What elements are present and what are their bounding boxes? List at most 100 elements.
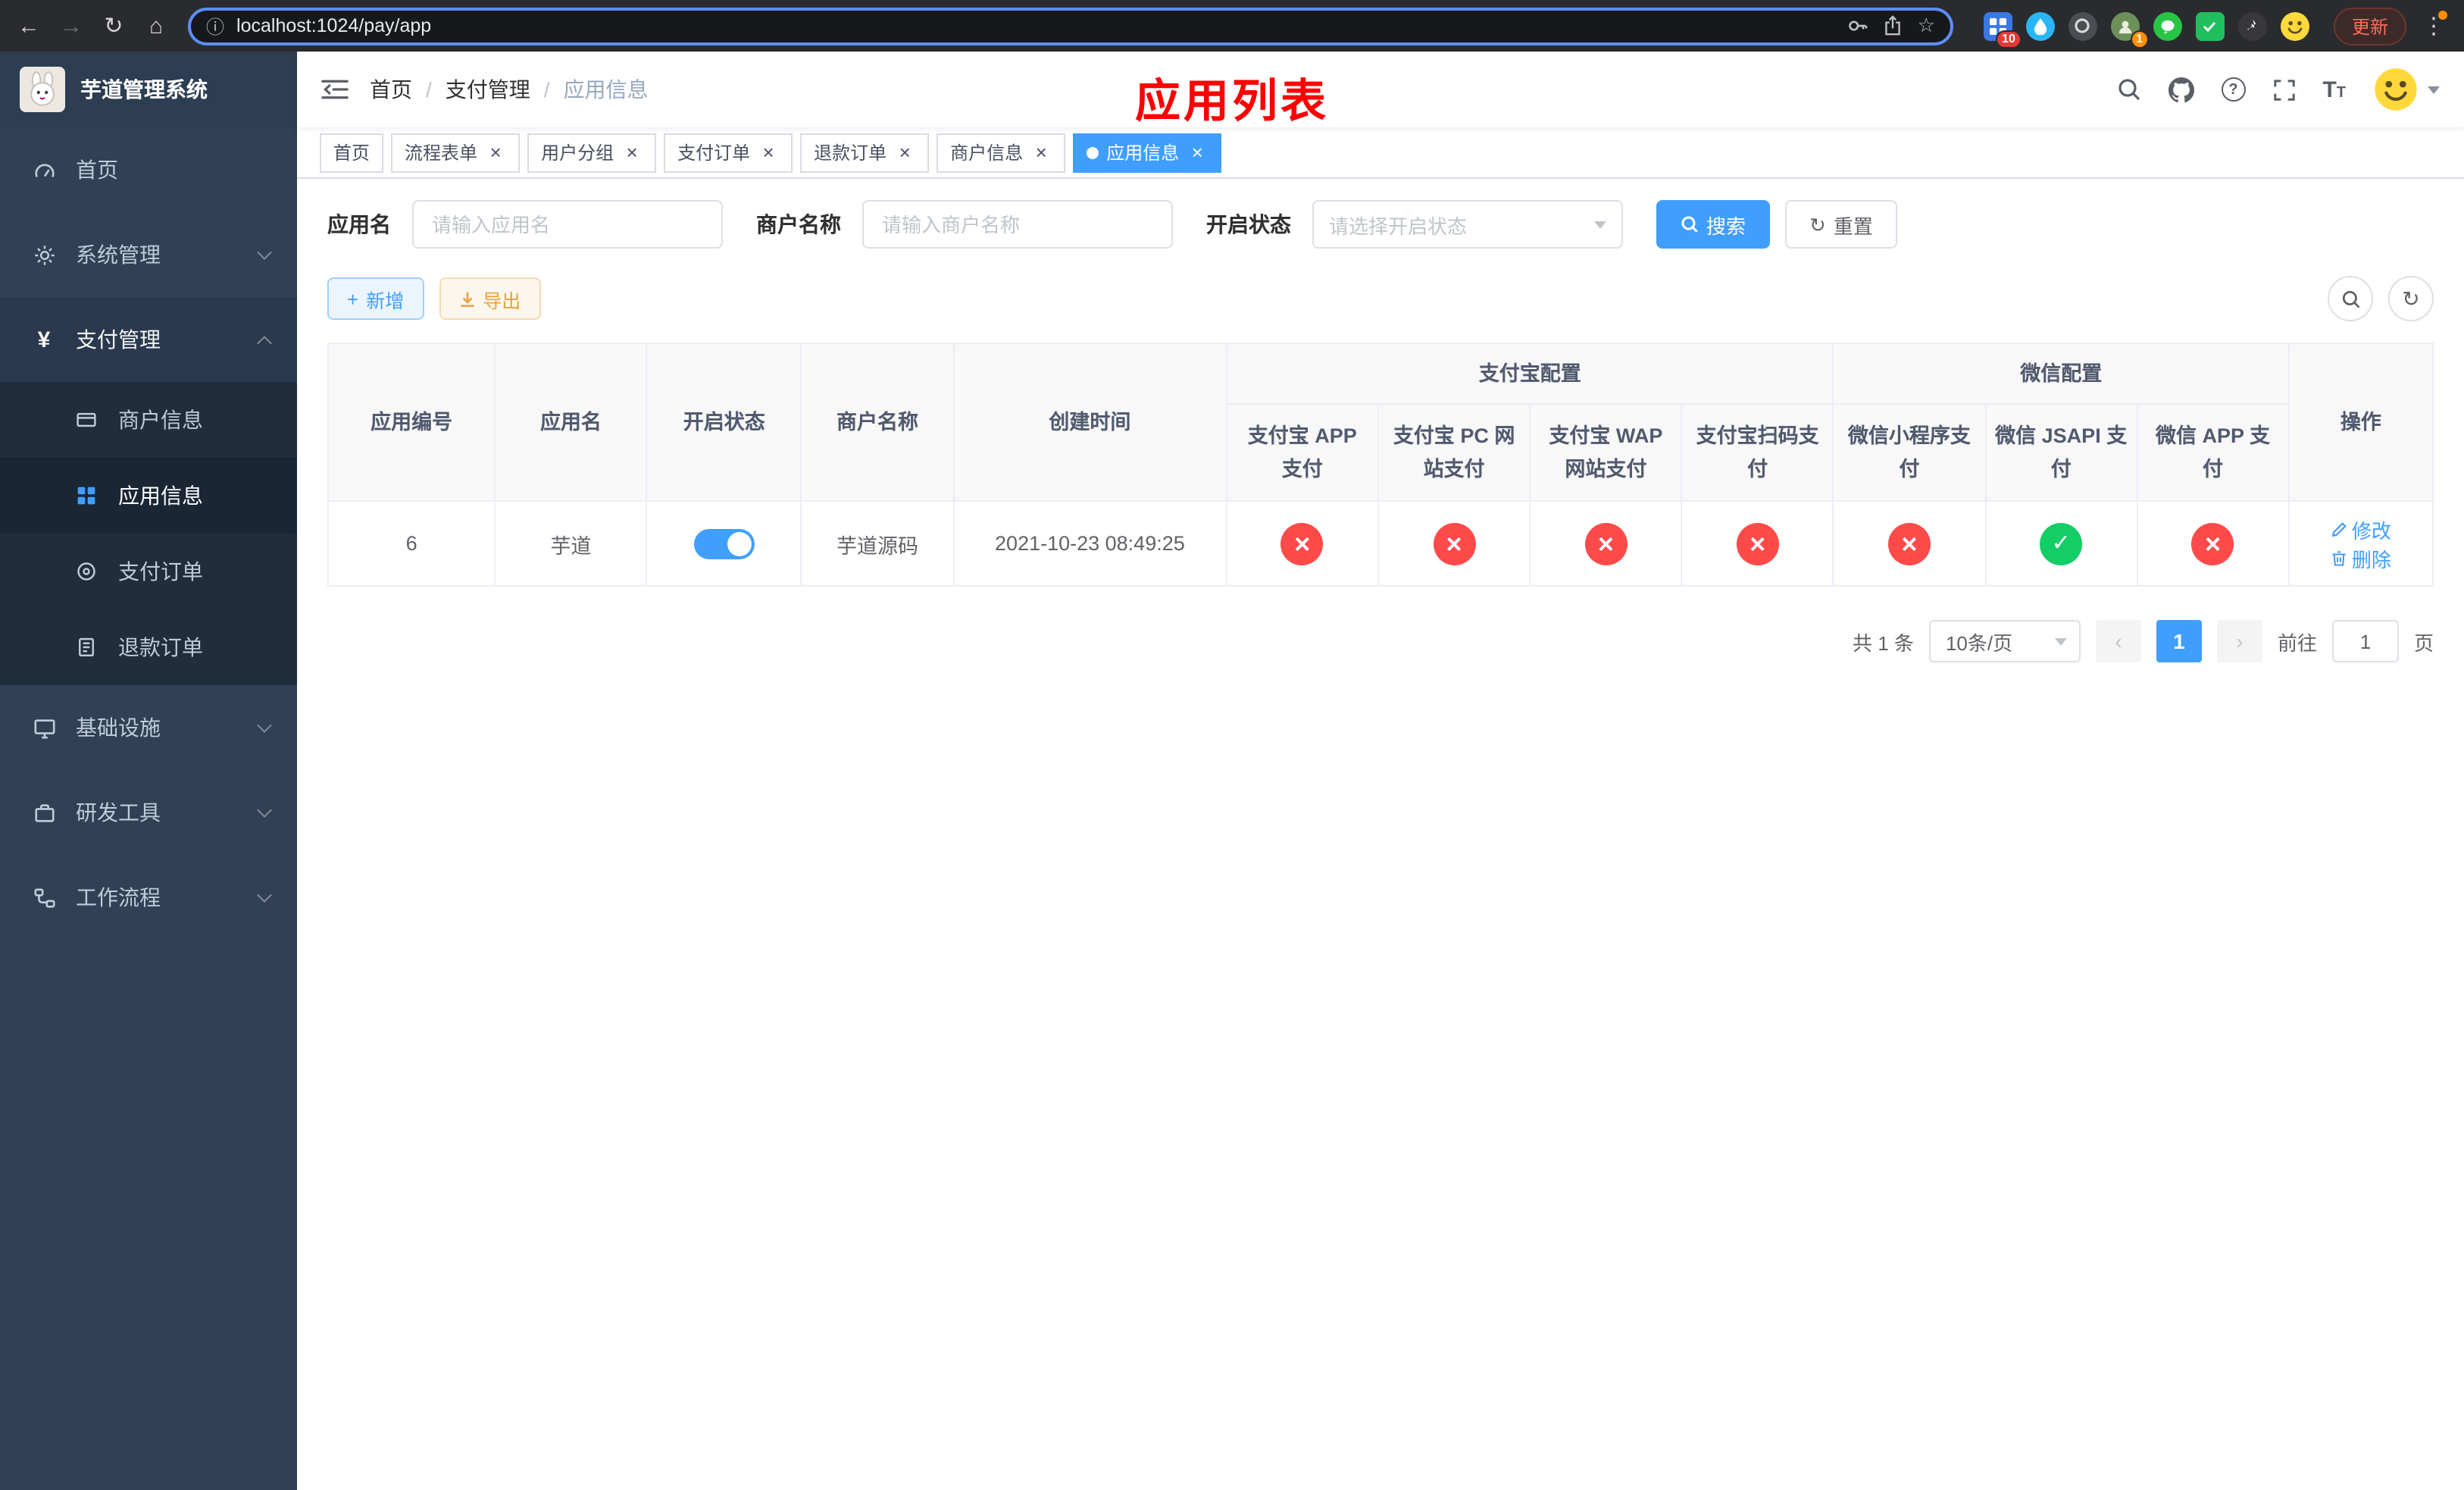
app-table: 应用编号 应用名 开启状态 商户名称 创建时间 支付宝配置 微信配置 操作 支付…: [327, 343, 2434, 587]
page-size-value: 10条/页: [1945, 631, 2013, 654]
page-title-annotation: 应用列表: [1135, 77, 1329, 127]
yen-icon: ¥: [37, 327, 51, 352]
col-actions: 操作: [2287, 343, 2434, 502]
refresh-table-button[interactable]: ↻: [2388, 276, 2434, 321]
font-size-icon[interactable]: TT: [2322, 78, 2346, 101]
goto-page-input[interactable]: [2331, 620, 2399, 662]
sidebar-item-payment[interactable]: ¥ 支付管理: [0, 297, 297, 382]
col-alipay-qr: 支付宝扫码支付: [1681, 403, 1834, 502]
sidebar-toggle-icon[interactable]: [321, 77, 349, 102]
sidebar-item-home[interactable]: 首页: [0, 127, 297, 212]
browser-reload-icon[interactable]: ↻: [94, 6, 133, 45]
sidebar-item-label: 基础设施: [76, 715, 161, 740]
tab-label: 应用信息: [1106, 142, 1180, 164]
page-1-button[interactable]: 1: [2156, 620, 2202, 662]
app-logo[interactable]: 芋道管理系统: [0, 52, 297, 127]
bookmark-star-icon[interactable]: ☆: [1918, 14, 1935, 38]
prev-page-button[interactable]: ‹: [2095, 620, 2141, 662]
site-info-icon[interactable]: ⓘ: [206, 13, 224, 39]
cell-app-id: 6: [327, 500, 496, 587]
chevron-down-icon: [257, 887, 272, 903]
search-button-label: 搜索: [1706, 214, 1746, 237]
password-key-icon[interactable]: [1848, 15, 1869, 36]
sidebar-item-refund-orders[interactable]: 退款订单: [0, 609, 297, 685]
tab-process-form[interactable]: 流程表单 ×: [391, 133, 521, 172]
fullscreen-icon[interactable]: [2272, 78, 2295, 101]
extension-pin-icon[interactable]: [2237, 11, 2267, 40]
extension-avatar-icon[interactable]: 1: [2110, 11, 2149, 48]
tab-label: 流程表单: [405, 142, 478, 164]
close-icon[interactable]: ×: [1030, 142, 1052, 163]
user-avatar[interactable]: [2373, 67, 2440, 112]
page-size-select[interactable]: 10条/页: [1928, 620, 2081, 662]
sidebar-item-app-info[interactable]: 应用信息: [0, 458, 297, 534]
app-name-input[interactable]: [412, 200, 723, 249]
sidebar-item-label: 首页: [76, 158, 118, 182]
extension-grid-icon[interactable]: 10: [1983, 11, 2022, 48]
col-merchant: 商户名称: [800, 343, 955, 502]
chevron-down-icon: [2428, 86, 2440, 93]
tab-app-info[interactable]: 应用信息 ×: [1073, 133, 1222, 172]
status-wx-mini-icon: [1887, 522, 1931, 565]
chevron-down-icon: [2054, 637, 2067, 645]
next-page-button[interactable]: ›: [2216, 620, 2262, 662]
search-button[interactable]: 搜索: [1656, 200, 1771, 249]
edit-link[interactable]: 修改: [2331, 515, 2391, 543]
extension-wechat-icon[interactable]: [2153, 11, 2182, 40]
breadcrumb-payment[interactable]: 支付管理: [446, 74, 530, 105]
browser-forward-icon[interactable]: →: [52, 6, 91, 45]
browser-update-button[interactable]: 更新: [2333, 7, 2406, 45]
close-icon[interactable]: ×: [1187, 142, 1208, 163]
add-button[interactable]: + 新增: [327, 277, 424, 320]
sidebar-item-pay-orders[interactable]: 支付订单: [0, 534, 297, 609]
delete-link[interactable]: 删除: [2331, 543, 2391, 572]
sidebar-item-dev-tools[interactable]: 研发工具: [0, 770, 297, 855]
tab-refund-orders[interactable]: 退款订单 ×: [800, 133, 930, 172]
reset-button[interactable]: ↻ 重置: [1785, 200, 1897, 249]
tab-merchant-info[interactable]: 商户信息 ×: [937, 133, 1066, 172]
sidebar-item-infra[interactable]: 基础设施: [0, 685, 297, 770]
toggle-search-button[interactable]: [2328, 276, 2373, 321]
extension-avatar-badge: 1: [2130, 30, 2149, 48]
tab-pay-orders[interactable]: 支付订单 ×: [664, 133, 793, 172]
browser-home-icon[interactable]: ⌂: [136, 6, 176, 45]
col-wx-mini: 微信小程序支付: [1832, 403, 1987, 502]
github-icon[interactable]: [2168, 77, 2194, 102]
sidebar-item-label: 研发工具: [76, 800, 161, 825]
tab-user-group[interactable]: 用户分组 ×: [527, 133, 657, 172]
sidebar-item-merchant-info[interactable]: 商户信息: [0, 382, 297, 458]
sidebar-item-label: 支付订单: [118, 559, 203, 584]
help-icon[interactable]: ?: [2221, 77, 2246, 102]
address-bar[interactable]: ⓘ localhost:1024/pay/app ☆: [188, 7, 1953, 45]
search-icon[interactable]: [2116, 77, 2140, 102]
sidebar-item-system[interactable]: 系统管理: [0, 212, 297, 297]
extension-drop-icon[interactable]: [2025, 11, 2055, 40]
tab-home[interactable]: 首页: [320, 133, 384, 172]
sidebar-item-label: 工作流程: [76, 885, 161, 909]
enabled-toggle[interactable]: [693, 528, 755, 559]
merchant-name-input[interactable]: [862, 200, 1173, 249]
close-icon[interactable]: ×: [485, 142, 506, 163]
status-select[interactable]: 请选择开启状态: [1312, 200, 1623, 249]
sidebar-item-label: 退款订单: [118, 635, 203, 659]
extension-square-icon[interactable]: [2195, 11, 2225, 40]
share-icon[interactable]: [1884, 15, 1903, 36]
status-wx-jsapi-icon: [2040, 522, 2083, 565]
extension-emoji-icon[interactable]: [2280, 11, 2309, 40]
chevron-down-icon: [257, 245, 272, 260]
browser-back-icon[interactable]: ←: [9, 6, 48, 45]
close-icon[interactable]: ×: [621, 142, 643, 163]
export-button[interactable]: 导出: [439, 277, 541, 320]
url-text: localhost:1024/pay/app: [236, 15, 432, 36]
page-content: 应用名 商户名称 开启状态 请选择开启状态: [297, 179, 2464, 1490]
sidebar-item-workflow[interactable]: 工作流程: [0, 855, 297, 940]
dashboard-icon: [30, 158, 58, 181]
extension-badge: 10: [1996, 30, 2022, 48]
breadcrumb-home[interactable]: 首页: [370, 74, 412, 105]
extension-circle-icon[interactable]: [2068, 11, 2097, 40]
update-badge-dot: [2438, 11, 2447, 20]
close-icon[interactable]: ×: [894, 142, 915, 163]
close-icon[interactable]: ×: [758, 142, 779, 163]
browser-menu-kebab-icon[interactable]: ⋮: [2419, 8, 2449, 44]
breadcrumb: 首页 / 支付管理 / 应用信息: [370, 74, 649, 105]
